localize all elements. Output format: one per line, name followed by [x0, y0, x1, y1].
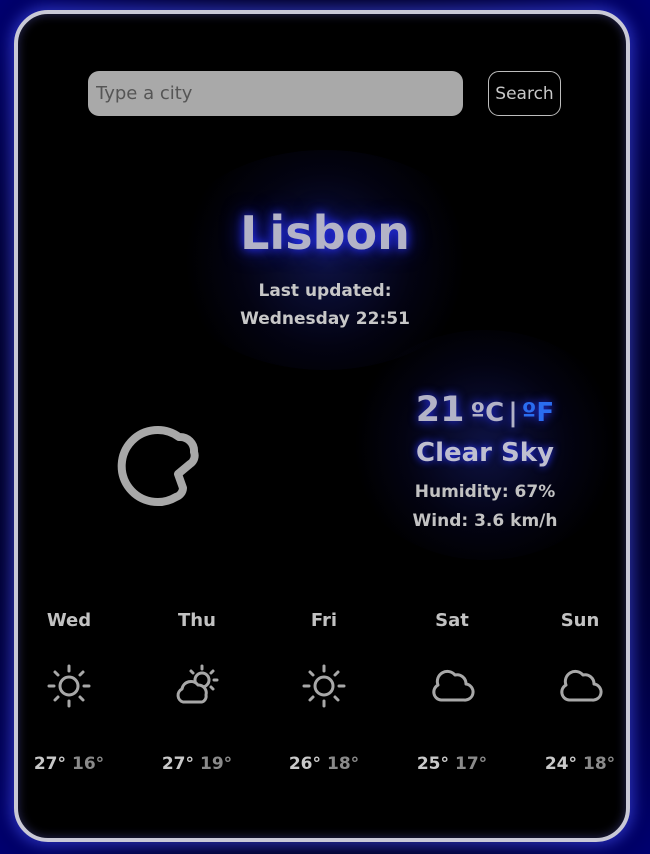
search-button[interactable]: Search	[488, 71, 561, 116]
forecast-max-temp: 25°	[416, 754, 449, 774]
forecast-min-temp: 18°	[327, 754, 360, 774]
forecast-day-name: Wed	[46, 610, 92, 631]
sun-icon	[302, 664, 346, 708]
forecast-day: Wed 27° 16°	[19, 610, 119, 774]
forecast-day-name: Sun	[560, 610, 600, 631]
fahrenheit-unit-link[interactable]: ºF	[522, 398, 554, 428]
forecast-temps: 24° 18°	[530, 754, 630, 774]
temperature-value: 21	[415, 390, 465, 430]
forecast-temps: 25° 17°	[402, 754, 502, 774]
forecast-day-name: Fri	[310, 610, 338, 631]
humidity-text: Humidity: 67%	[414, 482, 556, 502]
celsius-unit[interactable]: ºC	[471, 398, 505, 428]
forecast-day: Fri 26° 18°	[274, 610, 374, 774]
weather-condition: Clear Sky	[415, 438, 554, 468]
forecast-min-temp: 18°	[583, 754, 616, 774]
sun-icon	[47, 664, 91, 708]
cloud-icon	[560, 669, 603, 702]
forecast-day: Thu 27° 19°	[147, 610, 247, 774]
cloud-icon	[432, 669, 475, 702]
moon-icon	[117, 426, 199, 507]
forecast-min-temp: 19°	[200, 754, 233, 774]
forecast-day-name: Sat	[435, 610, 469, 631]
wind-text: Wind: 3.6 km/h	[412, 511, 558, 531]
city-search-input[interactable]	[88, 71, 463, 116]
page-background: Search Lisbon Last updated: Wednesday 22…	[0, 0, 650, 854]
forecast-min-temp: 16°	[72, 754, 105, 774]
current-temperature: 21 ºC | ºF	[385, 390, 585, 430]
unit-separator: |	[508, 398, 518, 428]
forecast-day: Sat 25° 17°	[402, 610, 502, 774]
forecast-day: Sun 24° 18°	[530, 610, 630, 774]
forecast-day-name: Thu	[178, 610, 216, 631]
last-updated-label: Last updated:	[258, 281, 392, 301]
forecast-temps: 26° 18°	[274, 754, 374, 774]
forecast-max-temp: 26°	[288, 754, 321, 774]
forecast-temps: 27° 19°	[147, 754, 247, 774]
last-updated-time: Wednesday 22:51	[240, 309, 410, 329]
forecast-max-temp: 27°	[161, 754, 194, 774]
forecast-max-temp: 24°	[544, 754, 577, 774]
forecast-max-temp: 27°	[33, 754, 66, 774]
sun-cloud-icon	[176, 664, 219, 704]
forecast-temps: 27° 16°	[19, 754, 119, 774]
city-name: Lisbon	[240, 206, 410, 260]
forecast-min-temp: 17°	[455, 754, 488, 774]
